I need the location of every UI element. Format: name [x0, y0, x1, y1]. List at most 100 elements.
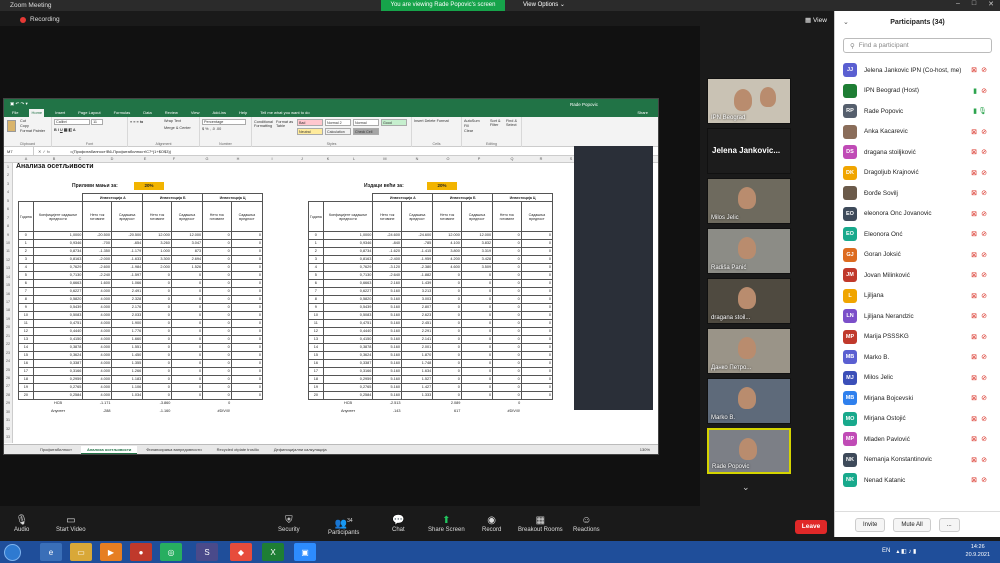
cell[interactable]: 14	[308, 343, 324, 352]
row-header[interactable]: 31	[4, 416, 12, 424]
audio-button[interactable]: 🎙 Audio	[14, 515, 29, 533]
row-header[interactable]: 18	[4, 306, 12, 314]
system-tray[interactable]: EN ▴ ◧ ♪ ▮	[882, 548, 916, 555]
cell[interactable]: 0	[492, 231, 522, 240]
cell[interactable]: 20	[308, 391, 324, 400]
cell[interactable]: 9	[308, 303, 324, 312]
cell[interactable]: 0	[170, 375, 204, 384]
cell[interactable]: 0	[492, 239, 522, 248]
cell[interactable]: 4.000	[82, 335, 112, 344]
cell[interactable]: 4.600	[432, 263, 462, 272]
cell[interactable]: -20.500	[82, 231, 112, 240]
summary-cell[interactable]: 2.089	[433, 400, 462, 408]
cell[interactable]: 0,3624	[322, 351, 374, 360]
cell[interactable]: 2.491	[110, 287, 144, 296]
find-select-button[interactable]: Find & Select	[506, 119, 521, 127]
cell[interactable]: 1.183	[110, 375, 144, 384]
column-header[interactable]: N	[407, 156, 427, 163]
cell[interactable]: 0,6663	[32, 279, 84, 288]
firefox-icon[interactable]: ●	[130, 543, 152, 561]
cell[interactable]: 0	[18, 231, 34, 240]
row-header[interactable]: 6	[4, 205, 12, 213]
cell-style[interactable]: Check Cell	[353, 128, 379, 135]
cell[interactable]: 1.634	[400, 367, 434, 376]
number-format-select[interactable]: Percentage	[202, 119, 246, 125]
cell[interactable]: 5.160	[372, 383, 402, 392]
cell[interactable]: 19	[18, 383, 34, 392]
cell[interactable]: 0	[230, 247, 264, 256]
cell[interactable]: 1.000	[142, 247, 172, 256]
cell[interactable]: 0	[520, 247, 554, 256]
right-input-pct[interactable]: 20%	[427, 182, 457, 190]
reactions-button[interactable]: ☺ Reactions	[573, 515, 600, 533]
participant-row[interactable]: DK Dragoljub Krajnović ⊠ ⊘	[835, 163, 1000, 184]
cell[interactable]: 1.034	[110, 391, 144, 400]
start-video-button[interactable]: ▭ Start Video	[56, 515, 86, 533]
cell[interactable]: 3	[308, 255, 324, 264]
cell[interactable]: 13	[308, 335, 324, 344]
cell[interactable]: 4	[308, 263, 324, 272]
cell-style[interactable]: Normal 2	[325, 119, 351, 126]
sheet-tab[interactable]: Профитабилност	[34, 446, 78, 453]
cell[interactable]: 1.266	[110, 367, 144, 376]
video-tile[interactable]: Данко Петро...	[707, 328, 791, 374]
cell[interactable]: 2.176	[110, 303, 144, 312]
cell[interactable]: 19	[308, 383, 324, 392]
cell[interactable]: 0	[202, 231, 232, 240]
cell[interactable]: 4.000	[82, 287, 112, 296]
participant-row[interactable]: MP Mladen Pavlović ⊠ ⊘	[835, 429, 1000, 450]
cell[interactable]: -1.350	[82, 247, 112, 256]
cell[interactable]: 0	[170, 367, 204, 376]
right-sensitivity-table[interactable]: Инвестиција А Инвестиција Б Инвестиција ЦГ…	[308, 193, 554, 415]
column-header[interactable]: H	[228, 156, 248, 163]
participant-row[interactable]: JJ Jelena Jankovic IPN (Co-host, me) ⊠ ⊘	[835, 60, 1000, 81]
cell[interactable]: 0	[520, 311, 554, 320]
cell[interactable]: 2.328	[110, 295, 144, 304]
cell[interactable]: 0	[520, 239, 554, 248]
cell[interactable]: 0	[202, 255, 232, 264]
cell[interactable]: 0	[460, 271, 494, 280]
cell[interactable]: 0	[520, 231, 554, 240]
participant-search[interactable]: ⚲ Find a participant	[843, 38, 992, 53]
cell[interactable]: 3.428	[460, 255, 494, 264]
cell[interactable]: 0	[202, 335, 232, 344]
cell[interactable]: 0	[202, 239, 232, 248]
cell[interactable]: 4.100	[432, 239, 462, 248]
cell[interactable]: 1.439	[400, 279, 434, 288]
cell[interactable]: 5	[18, 271, 34, 280]
cell[interactable]: 2.160	[372, 279, 402, 288]
cell[interactable]: 0,2765	[322, 383, 374, 392]
security-button[interactable]: ⛨ Security	[278, 515, 300, 533]
cell[interactable]: -2.000	[82, 255, 112, 264]
cell[interactable]: 0	[170, 319, 204, 328]
cell-style[interactable]: Normal	[353, 119, 379, 126]
cell[interactable]: 0	[492, 311, 522, 320]
cell[interactable]: 6	[18, 279, 34, 288]
view-options-button[interactable]: View Options ⌄	[523, 0, 565, 11]
formula-input[interactable]: =(Профитабилност!B6-Профитабилност!C7*(1…	[50, 149, 171, 154]
cell[interactable]: 5.160	[372, 367, 402, 376]
cell[interactable]: -1.633	[110, 255, 144, 264]
cell[interactable]: 0	[432, 367, 462, 376]
video-tile[interactable]: Radiša Panić	[707, 228, 791, 274]
participant-row[interactable]: MJ Milos Jelic ⊠ ⊘	[835, 368, 1000, 389]
column-header[interactable]: L	[344, 156, 364, 163]
cell[interactable]: 0	[492, 343, 522, 352]
cell[interactable]: 0	[230, 327, 264, 336]
cell-style[interactable]: Calculation	[325, 128, 351, 135]
cell[interactable]: 5.160	[372, 303, 402, 312]
participant-row[interactable]: LN Ljiljana Nerandzic ⊠ ⊘	[835, 306, 1000, 327]
cell[interactable]: 0	[520, 303, 554, 312]
participant-row[interactable]: GJ Goran Joksić ⊠ ⊘	[835, 245, 1000, 266]
cell[interactable]: 0	[142, 327, 172, 336]
summary-cell[interactable]: 617	[433, 407, 462, 415]
sort-filter-button[interactable]: Sort & Filter	[490, 119, 505, 127]
summary-cell[interactable]: 0	[203, 400, 232, 408]
cell[interactable]: 1.660	[110, 335, 144, 344]
row-header[interactable]: 15	[4, 281, 12, 289]
cell[interactable]: 1.870	[400, 351, 434, 360]
cell[interactable]: 0	[230, 319, 264, 328]
record-button[interactable]: ◉ Record	[482, 515, 501, 533]
cell[interactable]: 0	[230, 231, 264, 240]
cell[interactable]: 0	[520, 343, 554, 352]
